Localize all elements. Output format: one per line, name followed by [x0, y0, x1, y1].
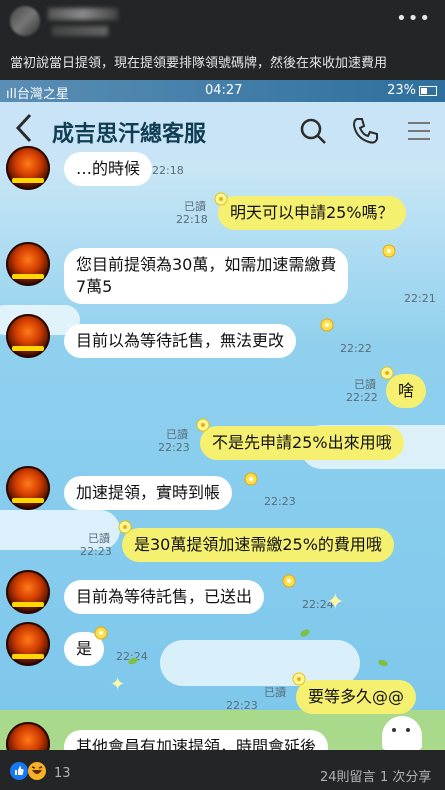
share-count[interactable]: 1 次分享: [380, 766, 431, 785]
message-bubble-incoming: 您目前提領為30萬，如需加速需繳費 7萬5: [64, 248, 349, 304]
message-time: 22:21: [404, 292, 436, 305]
message-bubble-incoming: 其他會員有加速提領，時間會延後: [64, 730, 329, 750]
message-bubble-incoming: …的時候: [64, 152, 153, 186]
post-header: ••• 當初說當日提領，現在提領要排隊領號碼牌，然後在來收加速費用: [0, 0, 445, 80]
flower-decoration: [320, 318, 334, 332]
poster-name[interactable]: [48, 8, 118, 20]
battery-icon: [419, 85, 437, 96]
message-time: 22:23: [264, 495, 296, 508]
agent-avatar[interactable]: [6, 314, 50, 358]
message-time: 22:23: [80, 545, 112, 558]
message-bubble-incoming: 目前為等待託售，已送出: [64, 580, 265, 614]
butterfly-decoration: ✦: [326, 590, 345, 615]
chat-title: 成吉思汗總客服: [52, 122, 207, 147]
poster-avatar[interactable]: [10, 6, 40, 36]
message-time: 22:23: [158, 441, 190, 454]
battery-indicator: 23%: [387, 83, 437, 98]
message-time: 22:22: [340, 342, 372, 355]
status-bar: ıll台灣之星 04:27 23%: [0, 80, 445, 102]
message-bubble-incoming: 加速提領，實時到帳: [64, 476, 233, 510]
message-bubble-outgoing: 要等多久@@: [296, 680, 417, 714]
more-dots-icon[interactable]: •••: [396, 8, 431, 29]
chat-screenshot: ıll台灣之星 04:27 23% 成吉思汗總客服 …的時候 22:18 已讀 …: [0, 80, 445, 750]
flower-decoration: [118, 520, 132, 534]
read-receipt: 已讀: [184, 200, 206, 213]
haha-reaction-icon[interactable]: [28, 762, 46, 780]
message-bubble-outgoing: 明天可以申請25%嗎？: [218, 196, 406, 230]
message-bubble-incoming: 目前以為等待託售，無法更改: [64, 324, 297, 358]
flower-decoration: [244, 472, 258, 486]
read-receipt: 已讀: [88, 532, 110, 545]
agent-avatar[interactable]: [6, 242, 50, 286]
clock: 04:27: [205, 83, 243, 98]
flower-decoration: [380, 366, 394, 380]
message-time: 22:18: [152, 164, 184, 177]
back-chevron-icon[interactable]: [14, 112, 34, 151]
post-text: 當初說當日提領，現在提領要排隊領號碼牌，然後在來收加速費用: [10, 56, 388, 71]
message-bubble-outgoing: 不是先申請25%出來用哦: [200, 426, 404, 460]
message-time: 22:22: [346, 391, 378, 404]
read-receipt: 已讀: [166, 428, 188, 441]
flower-decoration: [94, 626, 108, 640]
post-time[interactable]: [52, 26, 108, 36]
leaf-decoration: [299, 627, 311, 639]
agent-avatar[interactable]: [6, 570, 50, 614]
post-footer: 13 24則留言 1 次分享: [0, 750, 445, 790]
message-time: 22:23: [226, 699, 258, 712]
agent-avatar[interactable]: [6, 466, 50, 510]
search-icon[interactable]: [298, 116, 328, 146]
chat-title-bar: 成吉思汗總客服: [0, 102, 445, 162]
agent-avatar[interactable]: [6, 622, 50, 666]
flower-decoration: [196, 418, 210, 432]
flower-decoration: [382, 244, 396, 258]
carrier-label: ıll台灣之星: [6, 87, 69, 102]
agent-avatar[interactable]: [6, 146, 50, 190]
reaction-count[interactable]: 13: [54, 766, 71, 781]
message-time: 22:18: [176, 213, 208, 226]
phone-icon[interactable]: [350, 116, 380, 146]
flower-decoration: [214, 192, 228, 206]
butterfly-decoration: ✦: [110, 674, 126, 695]
cat-sticker: [382, 716, 422, 750]
like-reaction-icon[interactable]: [10, 762, 28, 780]
flower-decoration: [292, 672, 306, 686]
comment-count[interactable]: 24則留言: [320, 766, 376, 785]
read-receipt: 已讀: [264, 686, 286, 699]
message-bubble-outgoing: 是30萬提領加速需繳25%的費用哦: [122, 528, 394, 562]
read-receipt: 已讀: [354, 378, 376, 391]
flower-decoration: [282, 574, 296, 588]
menu-icon[interactable]: [404, 116, 434, 146]
battery-percent: 23%: [387, 83, 416, 98]
leaf-decoration: [377, 658, 389, 668]
